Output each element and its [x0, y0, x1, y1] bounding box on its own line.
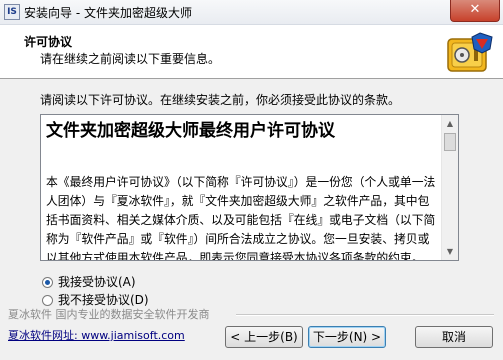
decline-radio-option[interactable]: 我不接受协议(D)	[42, 291, 149, 307]
accept-label: 我接受协议(A)	[58, 275, 136, 289]
accept-radio-option[interactable]: 我接受协议(A)	[42, 273, 136, 289]
license-heading: 文件夹加密超级大师最终用户许可协议	[46, 121, 335, 141]
decline-label: 我不接受协议(D)	[58, 293, 149, 307]
back-button[interactable]: < 上一步(B)	[225, 326, 303, 348]
license-body: 本《最终用户许可协议》（以下简称『许可协议』）是一份您（个人或单一法人团体）与『…	[46, 175, 436, 261]
scroll-thumb[interactable]	[444, 133, 456, 151]
close-button[interactable]: ✕	[450, 0, 500, 22]
vertical-scrollbar[interactable]: ▲ ▼	[441, 115, 458, 260]
accept-radio[interactable]	[42, 277, 53, 288]
wizard-header: 许可协议 请在继续之前阅读以下重要信息。	[0, 25, 503, 79]
app-icon: IS	[4, 4, 20, 20]
website-link[interactable]: 夏冰软件网址: www.jiamisoft.com	[8, 327, 185, 343]
title-bar: IS 安装向导 - 文件夹加密超级大师 ✕	[0, 0, 503, 25]
cancel-button[interactable]: 取消	[415, 326, 493, 348]
license-textbox[interactable]: 文件夹加密超级大师最终用户许可协议 本《最终用户许可协议》（以下简称『许可协议』…	[40, 114, 459, 261]
instruction-text: 请阅读以下许可协议。在继续安装之前，你必须接受此协议的条款。	[40, 93, 401, 107]
decline-radio[interactable]	[42, 295, 53, 306]
page-title: 许可协议	[24, 35, 73, 49]
page-subtitle: 请在继续之前阅读以下重要信息。	[40, 52, 221, 66]
window-title: 安装向导 - 文件夹加密超级大师	[24, 6, 192, 20]
scroll-up-icon[interactable]: ▲	[442, 115, 458, 132]
license-content: 文件夹加密超级大师最终用户许可协议 本《最终用户许可协议》（以下简称『许可协议』…	[46, 119, 438, 261]
brand-text: 夏冰软件 国内专业的数据安全软件开发商	[8, 308, 210, 321]
scroll-down-icon[interactable]: ▼	[442, 243, 458, 260]
next-button[interactable]: 下一步(N) >	[308, 326, 386, 348]
footer-separator	[236, 314, 494, 316]
safe-logo-icon	[447, 32, 493, 72]
